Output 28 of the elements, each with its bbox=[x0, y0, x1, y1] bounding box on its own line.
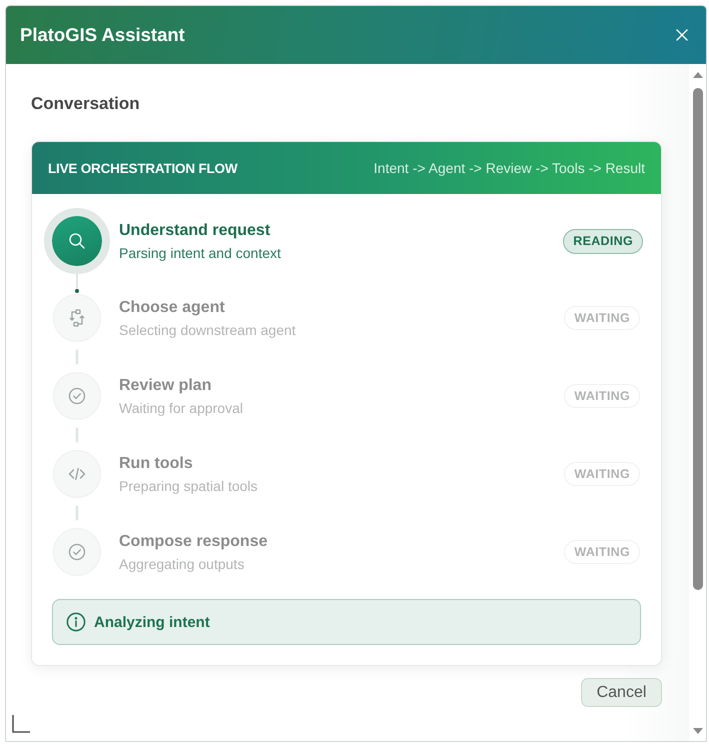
step-title: Review plan bbox=[119, 376, 212, 396]
info-icon bbox=[66, 612, 86, 632]
status-badge: WAITING bbox=[564, 462, 640, 486]
close-icon bbox=[676, 29, 688, 41]
section-heading: Conversation bbox=[31, 93, 141, 115]
status-badge: WAITING bbox=[564, 384, 640, 408]
scrollbar-thumb[interactable] bbox=[692, 88, 702, 590]
step-detail: Waiting for approval bbox=[119, 398, 243, 416]
step-title: Understand request bbox=[119, 220, 270, 240]
scroll-up-icon[interactable] bbox=[692, 71, 704, 79]
step-title: Compose response bbox=[119, 532, 268, 552]
step-title: Run tools bbox=[119, 454, 193, 474]
cancel-button[interactable]: Cancel bbox=[581, 678, 662, 707]
step-title: Choose agent bbox=[119, 298, 225, 318]
flow-title: LIVE ORCHESTRATION FLOW bbox=[48, 160, 238, 176]
step-detail: Selecting downstream agent bbox=[119, 320, 296, 338]
window-title: PlatoGIS Assistant bbox=[20, 24, 185, 46]
step-detail: Parsing intent and context bbox=[119, 244, 281, 262]
status-badge: READING bbox=[563, 228, 643, 254]
step-detail: Aggregating outputs bbox=[119, 554, 244, 572]
status-message: Analyzing intent bbox=[94, 614, 210, 630]
status-badge: WAITING bbox=[564, 306, 640, 330]
pipeline-label: Intent -> Agent -> Review -> Tools -> Result bbox=[374, 160, 645, 176]
scroll-down-icon[interactable] bbox=[692, 727, 704, 735]
resize-grip-icon[interactable] bbox=[12, 715, 30, 733]
step-connector bbox=[74, 274, 80, 294]
status-badge: WAITING bbox=[564, 540, 640, 564]
step-detail: Preparing spatial tools bbox=[119, 476, 258, 494]
